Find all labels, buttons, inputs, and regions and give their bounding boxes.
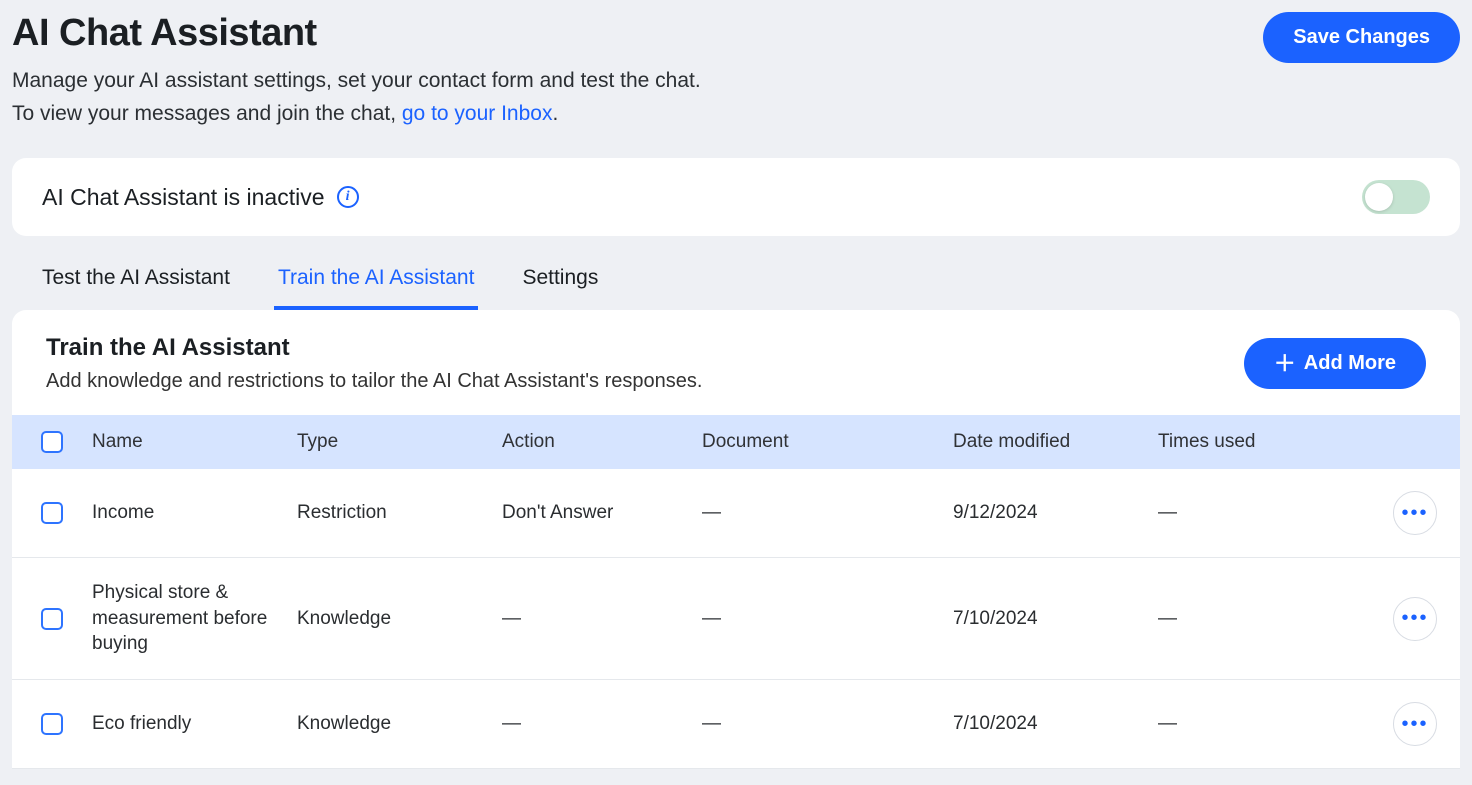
tab-settings[interactable]: Settings: [518, 252, 602, 310]
col-date-modified[interactable]: Date modified: [953, 431, 1158, 453]
row-action: —: [502, 713, 702, 735]
page-subtitle: Manage your AI assistant settings, set y…: [12, 65, 701, 130]
row-name: Eco friendly: [92, 711, 272, 737]
row-times-used: —: [1158, 713, 1370, 735]
plus-icon: ＋: [1274, 353, 1296, 375]
row-actions-button[interactable]: •••: [1393, 702, 1437, 746]
subtitle-line1: Manage your AI assistant settings, set y…: [12, 69, 701, 92]
row-type: Restriction: [297, 502, 502, 524]
col-type[interactable]: Type: [297, 431, 502, 453]
more-icon: •••: [1401, 607, 1428, 630]
more-icon: •••: [1401, 502, 1428, 525]
select-all-checkbox[interactable]: [41, 431, 63, 453]
more-icon: •••: [1401, 713, 1428, 736]
tab-train-ai[interactable]: Train the AI Assistant: [274, 252, 479, 310]
row-document: —: [702, 608, 953, 630]
tab-settings-label: Settings: [522, 266, 598, 289]
status-card: AI Chat Assistant is inactive i: [12, 158, 1460, 236]
panel-title: Train the AI Assistant: [46, 334, 702, 362]
row-name: Income: [92, 500, 272, 526]
add-more-button[interactable]: ＋ Add More: [1244, 338, 1426, 389]
tab-test-ai-label: Test the AI Assistant: [42, 266, 230, 289]
row-action: —: [502, 608, 702, 630]
row-times-used: —: [1158, 502, 1370, 524]
inbox-link[interactable]: go to your Inbox: [402, 102, 553, 125]
row-times-used: —: [1158, 608, 1370, 630]
page-header: AI Chat Assistant Manage your AI assista…: [12, 12, 1460, 130]
row-checkbox[interactable]: [41, 608, 63, 630]
row-checkbox[interactable]: [41, 502, 63, 524]
header-text-block: AI Chat Assistant Manage your AI assista…: [12, 12, 701, 130]
panel-subtitle: Add knowledge and restrictions to tailor…: [46, 370, 702, 393]
knowledge-table: Name Type Action Document Date modified …: [12, 415, 1460, 769]
panel-header: Train the AI Assistant Add knowledge and…: [12, 310, 1460, 415]
table-row: Physical store & measurement before buyi…: [12, 558, 1460, 680]
subtitle-line2-prefix: To view your messages and join the chat,: [12, 102, 402, 125]
tab-test-ai[interactable]: Test the AI Assistant: [38, 252, 234, 310]
status-left: AI Chat Assistant is inactive i: [42, 184, 359, 211]
add-more-label: Add More: [1304, 352, 1396, 375]
status-text: AI Chat Assistant is inactive: [42, 184, 325, 211]
col-action[interactable]: Action: [502, 431, 702, 453]
row-actions-button[interactable]: •••: [1393, 597, 1437, 641]
activate-toggle[interactable]: [1362, 180, 1430, 214]
panel-header-text: Train the AI Assistant Add knowledge and…: [46, 334, 702, 393]
row-document: —: [702, 502, 953, 524]
info-icon[interactable]: i: [337, 186, 359, 208]
row-type: Knowledge: [297, 713, 502, 735]
page-title: AI Chat Assistant: [12, 12, 701, 55]
col-document[interactable]: Document: [702, 431, 953, 453]
col-times-used[interactable]: Times used: [1158, 431, 1370, 453]
toggle-knob: [1365, 183, 1393, 211]
row-type: Knowledge: [297, 608, 502, 630]
table-row: Eco friendly Knowledge — — 7/10/2024 — •…: [12, 680, 1460, 769]
train-panel: Train the AI Assistant Add knowledge and…: [12, 310, 1460, 769]
table-row: Income Restriction Don't Answer — 9/12/2…: [12, 469, 1460, 558]
row-date-modified: 7/10/2024: [953, 713, 1158, 735]
subtitle-suffix: .: [552, 102, 558, 125]
row-actions-button[interactable]: •••: [1393, 491, 1437, 535]
row-date-modified: 7/10/2024: [953, 608, 1158, 630]
col-name[interactable]: Name: [92, 431, 297, 453]
tab-train-ai-label: Train the AI Assistant: [278, 266, 475, 289]
row-document: —: [702, 713, 953, 735]
save-changes-label: Save Changes: [1293, 26, 1430, 49]
row-action: Don't Answer: [502, 502, 702, 524]
row-checkbox[interactable]: [41, 713, 63, 735]
row-date-modified: 9/12/2024: [953, 502, 1158, 524]
tabs: Test the AI Assistant Train the AI Assis…: [12, 252, 1460, 310]
table-header-row: Name Type Action Document Date modified …: [12, 415, 1460, 469]
save-changes-button[interactable]: Save Changes: [1263, 12, 1460, 63]
row-name: Physical store & measurement before buyi…: [92, 580, 272, 657]
